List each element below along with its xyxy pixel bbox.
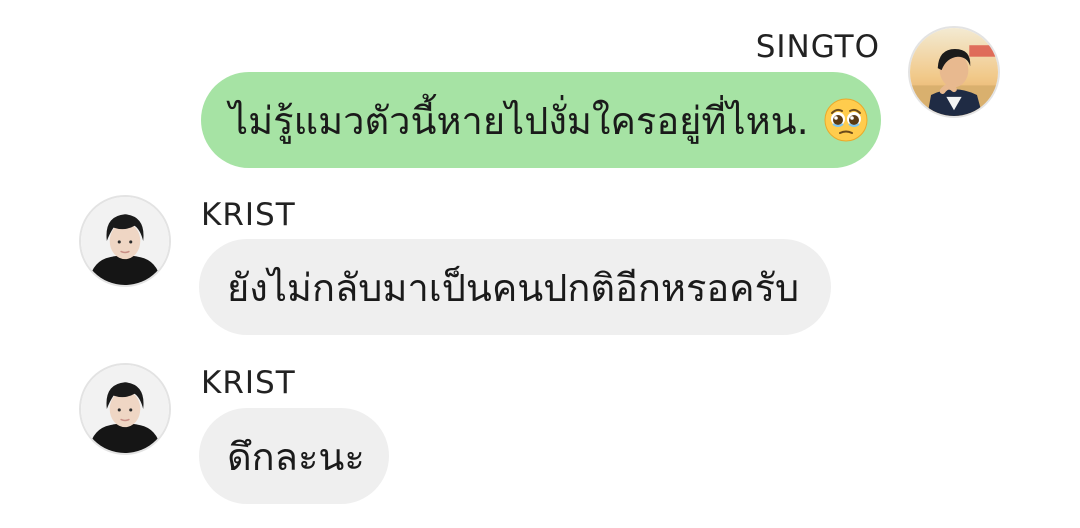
message-bubble-incoming[interactable]: ยังไม่กลับมาเป็นคนปกติอีกหรอครับ <box>199 239 831 335</box>
message-bubble-outgoing[interactable]: ไม่รู้แมวตัวนี้หายไปงั่มใครอยู่ที่ไหน. <box>201 72 881 168</box>
avatar-singto-image <box>910 28 998 116</box>
avatar-krist-image <box>81 197 169 285</box>
pleading-face-emoji-icon <box>823 97 869 143</box>
message-text: ยังไม่กลับมาเป็นคนปกติอีกหรอครับ <box>227 265 800 310</box>
sender-name: KRIST <box>201 197 296 233</box>
message-bubble-incoming[interactable]: ดึกละนะ <box>199 408 389 504</box>
avatar-krist[interactable] <box>79 195 171 287</box>
avatar-singto[interactable] <box>908 26 1000 118</box>
sender-name: SINGTO <box>755 29 880 65</box>
message-text: ดึกละนะ <box>227 434 365 479</box>
message-text: ไม่รู้แมวตัวนี้หายไปงั่มใครอยู่ที่ไหน. <box>229 98 809 143</box>
sender-name: KRIST <box>201 365 296 401</box>
avatar-krist[interactable] <box>79 363 171 455</box>
avatar-krist-image <box>81 365 169 453</box>
